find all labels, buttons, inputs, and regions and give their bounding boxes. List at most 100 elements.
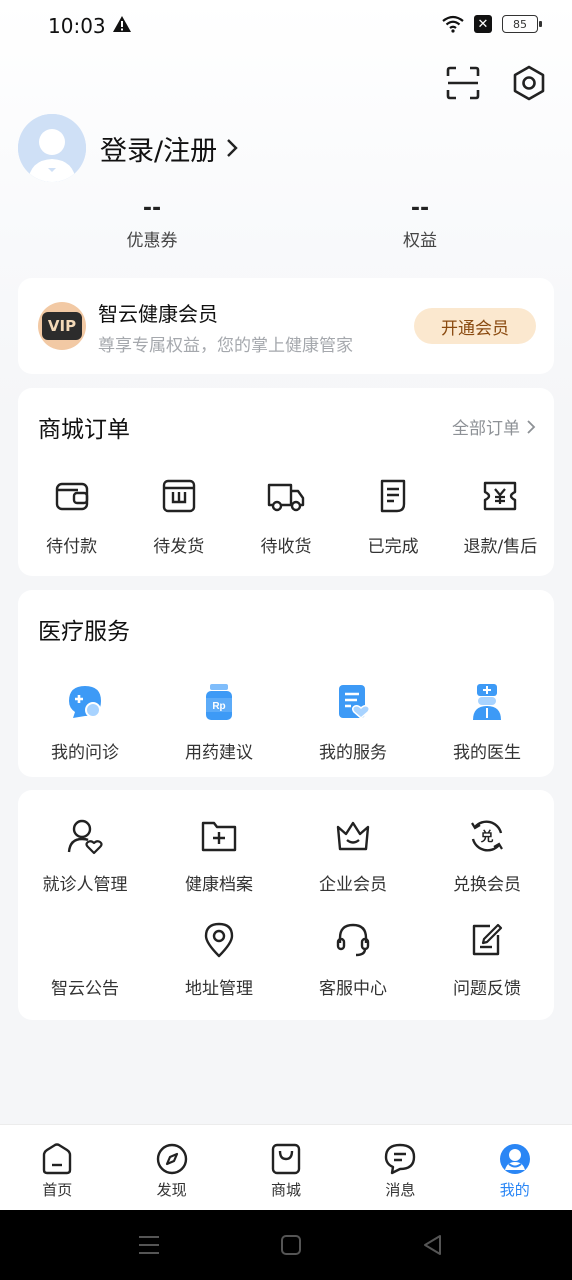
stats-row: -- 优惠券 -- 权益 [0,196,572,256]
redeem-membership[interactable]: 兑 兑换会员 [420,816,554,895]
customer-service-label: 客服中心 [319,979,387,999]
tab-mall[interactable]: 商城 [229,1125,343,1210]
mall-orders-card: 商城订单 全部订单 待付款 待发货 待收货 已完成 退款/售后 [18,388,554,576]
order-pending-receipt-label: 待收货 [260,537,312,557]
order-refund[interactable]: 退款/售后 [447,476,554,557]
benefit-stat[interactable]: -- 权益 [340,196,500,251]
profile-icon [499,1144,530,1174]
medical-services-card: 医疗服务 我的问诊 Rp 用药建议 我的服务 我的医生 [18,590,554,777]
location-pin-icon [204,922,234,958]
order-pending-payment[interactable]: 待付款 [18,476,125,557]
back-icon[interactable] [420,1232,446,1258]
consult-chat-icon [69,686,101,718]
status-time: 10:03 [48,14,106,38]
avatar[interactable] [18,114,86,182]
home-icon [42,1143,72,1175]
my-services[interactable]: 我的服务 [286,682,420,763]
announcements-label: 智云公告 [51,979,119,999]
my-consultation[interactable]: 我的问诊 [18,682,152,763]
feedback-icon [472,923,503,956]
tab-discover-label: 发现 [156,1181,187,1199]
system-navigation-bar [0,1210,572,1280]
tab-messages[interactable]: 消息 [343,1125,457,1210]
my-doctor-label: 我的医生 [453,743,521,763]
customer-service[interactable]: 客服中心 [286,920,420,999]
announcement-icon-placeholder [18,920,152,960]
feedback[interactable]: 问题反馈 [420,920,554,999]
order-pending-shipment-label: 待发货 [153,537,205,557]
rx-text: Rp [212,701,225,712]
coupon-label: 优惠券 [126,231,178,251]
address-management[interactable]: 地址管理 [152,920,286,999]
wallet-icon [55,482,88,511]
health-records[interactable]: 健康档案 [152,816,286,895]
patient-management[interactable]: 就诊人管理 [18,816,152,895]
medication-advice-label: 用药建议 [185,743,253,763]
vip-subtitle: 尊享专属权益，您的掌上健康管家 [98,336,353,356]
order-refund-label: 退款/售后 [463,537,538,557]
my-consultation-label: 我的问诊 [51,743,119,763]
coupon-count: -- [142,196,162,221]
tools-row-2: 智云公告 地址管理 客服中心 问题反馈 [18,920,554,999]
vip-badge-icon: VIP [38,302,86,350]
vip-title: 智云健康会员 [98,302,218,326]
tab-mine[interactable]: 我的 [458,1125,572,1210]
order-pending-receipt[interactable]: 待收货 [232,476,339,557]
truck-icon [267,483,305,512]
orders-title: 商城订单 [38,417,130,443]
benefit-label: 权益 [403,231,437,251]
chevron-right-icon [527,419,536,434]
all-orders-link[interactable]: 全部订单 [452,414,536,439]
profile-header[interactable]: 登录/注册 [18,114,239,182]
compass-icon [156,1143,187,1175]
crown-icon [336,821,370,851]
tab-messages-label: 消息 [385,1181,416,1199]
my-services-label: 我的服务 [319,743,387,763]
tab-mall-label: 商城 [270,1181,301,1199]
tab-home[interactable]: 首页 [0,1125,114,1210]
menu-icon[interactable] [136,1232,162,1258]
exchange-icon: 兑 [471,820,503,852]
coupon-stat[interactable]: -- 优惠券 [72,196,232,251]
health-records-label: 健康档案 [185,875,253,895]
settings-icon[interactable] [510,64,548,102]
tools-card: 就诊人管理 健康档案 企业会员 兑 兑换会员 智云公告 地址管理 客服中心 问题… [18,790,554,1020]
tab-discover[interactable]: 发现 [114,1125,228,1210]
address-management-label: 地址管理 [185,979,253,999]
shopping-bag-icon [271,1143,301,1175]
order-completed-label: 已完成 [367,537,419,557]
chevron-right-icon [227,139,238,157]
my-doctor[interactable]: 我的医生 [420,682,554,763]
medical-services-grid: 我的问诊 Rp 用药建议 我的服务 我的医生 [18,682,554,763]
default-avatar-icon [18,114,86,182]
benefit-count: -- [410,196,430,221]
medication-advice[interactable]: Rp 用药建议 [152,682,286,763]
no-sim-icon: ✕ [474,15,492,33]
tools-row-1: 就诊人管理 健康档案 企业会员 兑 兑换会员 [18,816,554,895]
tab-home-label: 首页 [42,1181,73,1199]
login-register-link[interactable]: 登录/注册 [100,129,217,168]
headset-icon [336,923,370,957]
announcements[interactable]: 智云公告 [18,920,152,999]
open-membership-button[interactable]: 开通会员 [414,308,536,344]
doctor-icon [473,684,501,720]
order-completed[interactable]: 已完成 [340,476,447,557]
header-actions [444,64,548,102]
medical-title: 医疗服务 [38,619,130,645]
svg-text:兑: 兑 [480,829,493,845]
bottom-tab-bar: 首页 发现 商城 消息 我的 [0,1124,572,1210]
patient-heart-icon [67,819,103,855]
battery-icon: 85 [502,15,542,33]
order-status-grid: 待付款 待发货 待收货 已完成 退款/售后 [18,476,554,557]
home-button-icon[interactable] [278,1232,304,1258]
vip-membership-card[interactable]: VIP 智云健康会员 尊享专属权益，您的掌上健康管家 开通会员 [18,278,554,374]
medicine-bottle-icon: Rp [206,684,232,720]
battery-level: 85 [513,17,527,31]
enterprise-membership[interactable]: 企业会员 [286,816,420,895]
scan-icon[interactable] [444,64,482,102]
vip-badge-text: VIP [42,312,82,340]
all-orders-label: 全部订单 [452,419,520,439]
warning-icon [113,16,131,32]
enterprise-membership-label: 企业会员 [319,875,387,895]
order-pending-shipment[interactable]: 待发货 [125,476,232,557]
